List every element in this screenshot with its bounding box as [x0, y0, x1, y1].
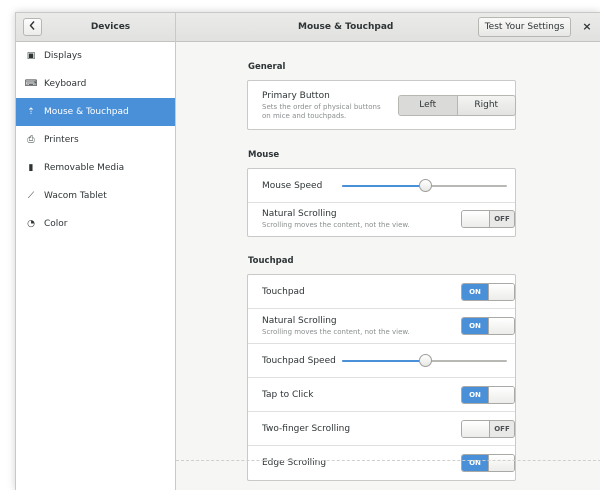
switch-state: ON	[462, 318, 488, 334]
touchpad-switch[interactable]: ON	[461, 283, 515, 301]
slider-handle[interactable]	[418, 354, 432, 367]
chevron-left-icon	[29, 21, 36, 33]
slider-handle[interactable]	[418, 179, 432, 192]
usb-icon: ▮	[28, 163, 34, 173]
sidebar-item-label: Removable Media	[44, 163, 125, 173]
two-finger-scrolling-row: Two-finger Scrolling OFF	[248, 412, 515, 446]
touchpad-speed-label: Touchpad Speed	[262, 356, 336, 366]
switch-state: ON	[462, 284, 488, 300]
mouse-natural-scrolling-switch[interactable]: OFF	[461, 210, 515, 228]
mouse-speed-row: Mouse Speed	[248, 169, 515, 203]
mouse-natural-scrolling-label: Natural Scrolling	[262, 209, 337, 219]
sidebar-item-keyboard[interactable]: ⌨ Keyboard	[16, 70, 175, 98]
switch-knob	[488, 284, 514, 300]
display-icon: ▣	[26, 51, 36, 61]
window-bottom-edge	[176, 460, 600, 461]
two-finger-scrolling-label: Two-finger Scrolling	[262, 424, 351, 434]
mouse-card: Mouse Speed Natural Scrolling Scrolling …	[247, 168, 516, 237]
two-finger-scrolling-switch[interactable]: OFF	[461, 420, 515, 438]
slider-fill	[342, 185, 425, 187]
settings-content: General Primary Button Sets the order of…	[176, 42, 600, 490]
switch-knob	[462, 211, 490, 227]
switch-knob	[488, 318, 514, 334]
primary-button-left-option[interactable]: Left	[399, 96, 458, 115]
primary-button-label: Primary Button	[262, 91, 330, 101]
touchpad-natural-scrolling-label: Natural Scrolling	[262, 316, 337, 326]
mouse-natural-scrolling-description: Scrolling moves the content, not the vie…	[262, 221, 410, 229]
primary-button-row: Primary Button Sets the order of physica…	[248, 81, 516, 129]
keyboard-icon: ⌨	[24, 79, 38, 89]
sidebar-item-label: Mouse & Touchpad	[44, 107, 129, 117]
edge-scrolling-switch[interactable]: ON	[461, 454, 515, 472]
header-bar: Devices Mouse & Touchpad Test Your Setti…	[16, 13, 600, 42]
touchpad-card: Touchpad ON Natural Scrolling Scrolling …	[247, 274, 516, 481]
general-card: Primary Button Sets the order of physica…	[247, 80, 516, 130]
primary-button-selector: Left Right	[398, 95, 516, 116]
sidebar-title: Devices	[90, 22, 131, 32]
sidebar-item-label: Displays	[44, 51, 82, 61]
switch-knob	[462, 421, 490, 437]
tap-to-click-label: Tap to Click	[262, 390, 314, 400]
section-title-general: General	[248, 62, 286, 72]
color-icon: ◔	[27, 219, 35, 229]
touchpad-speed-slider[interactable]	[342, 354, 507, 368]
slider-fill	[342, 360, 425, 362]
tablet-icon: ⟋	[27, 191, 35, 201]
touchpad-row: Touchpad ON	[248, 275, 515, 309]
primary-button-description-2: on mice and touchpads.	[262, 112, 347, 120]
primary-button-description-1: Sets the order of physical buttons	[262, 103, 381, 111]
tap-to-click-row: Tap to Click ON	[248, 378, 515, 412]
sidebar-item-removable-media[interactable]: ▮ Removable Media	[16, 154, 175, 182]
switch-state: OFF	[494, 425, 510, 433]
edge-scrolling-row: Edge Scrolling ON	[248, 446, 515, 480]
touchpad-speed-row: Touchpad Speed	[248, 344, 515, 378]
sidebar-item-label: Wacom Tablet	[44, 191, 107, 201]
close-icon: ×	[582, 20, 592, 33]
switch-state: ON	[462, 455, 488, 471]
sidebar-item-label: Color	[44, 219, 68, 229]
switch-state: OFF	[494, 215, 510, 223]
settings-window: Devices Mouse & Touchpad Test Your Setti…	[15, 12, 600, 490]
touchpad-natural-scrolling-switch[interactable]: ON	[461, 317, 515, 335]
test-settings-button[interactable]: Test Your Settings	[478, 17, 571, 37]
close-button[interactable]: ×	[579, 18, 595, 36]
section-title-mouse: Mouse	[248, 150, 280, 160]
sidebar-item-color[interactable]: ◔ Color	[16, 210, 175, 238]
primary-button-right-option[interactable]: Right	[458, 96, 516, 115]
sidebar-item-wacom-tablet[interactable]: ⟋ Wacom Tablet	[16, 182, 175, 210]
mouse-speed-slider[interactable]	[342, 179, 507, 193]
touchpad-label: Touchpad	[262, 287, 305, 297]
sidebar-item-label: Keyboard	[44, 79, 87, 89]
sidebar-item-printers[interactable]: ⎙ Printers	[16, 126, 175, 154]
printer-icon: ⎙	[27, 135, 35, 145]
touchpad-natural-scrolling-description: Scrolling moves the content, not the vie…	[262, 328, 410, 336]
sidebar: ▣ Displays ⌨ Keyboard ⇡ Mouse & Touchpad…	[16, 42, 176, 490]
tap-to-click-switch[interactable]: ON	[461, 386, 515, 404]
switch-state: ON	[462, 387, 488, 403]
section-title-touchpad: Touchpad	[248, 256, 294, 266]
touchpad-natural-scrolling-row: Natural Scrolling Scrolling moves the co…	[248, 309, 515, 344]
switch-knob	[488, 455, 514, 471]
mouse-icon: ⇡	[27, 107, 35, 117]
back-button[interactable]	[23, 18, 42, 36]
sidebar-item-mouse-touchpad[interactable]: ⇡ Mouse & Touchpad	[16, 98, 175, 126]
sidebar-item-displays[interactable]: ▣ Displays	[16, 42, 175, 70]
sidebar-item-label: Printers	[44, 135, 79, 145]
sidebar-header: Devices	[16, 13, 176, 42]
switch-knob	[488, 387, 514, 403]
mouse-speed-label: Mouse Speed	[262, 181, 323, 191]
mouse-natural-scrolling-row: Natural Scrolling Scrolling moves the co…	[248, 203, 515, 236]
